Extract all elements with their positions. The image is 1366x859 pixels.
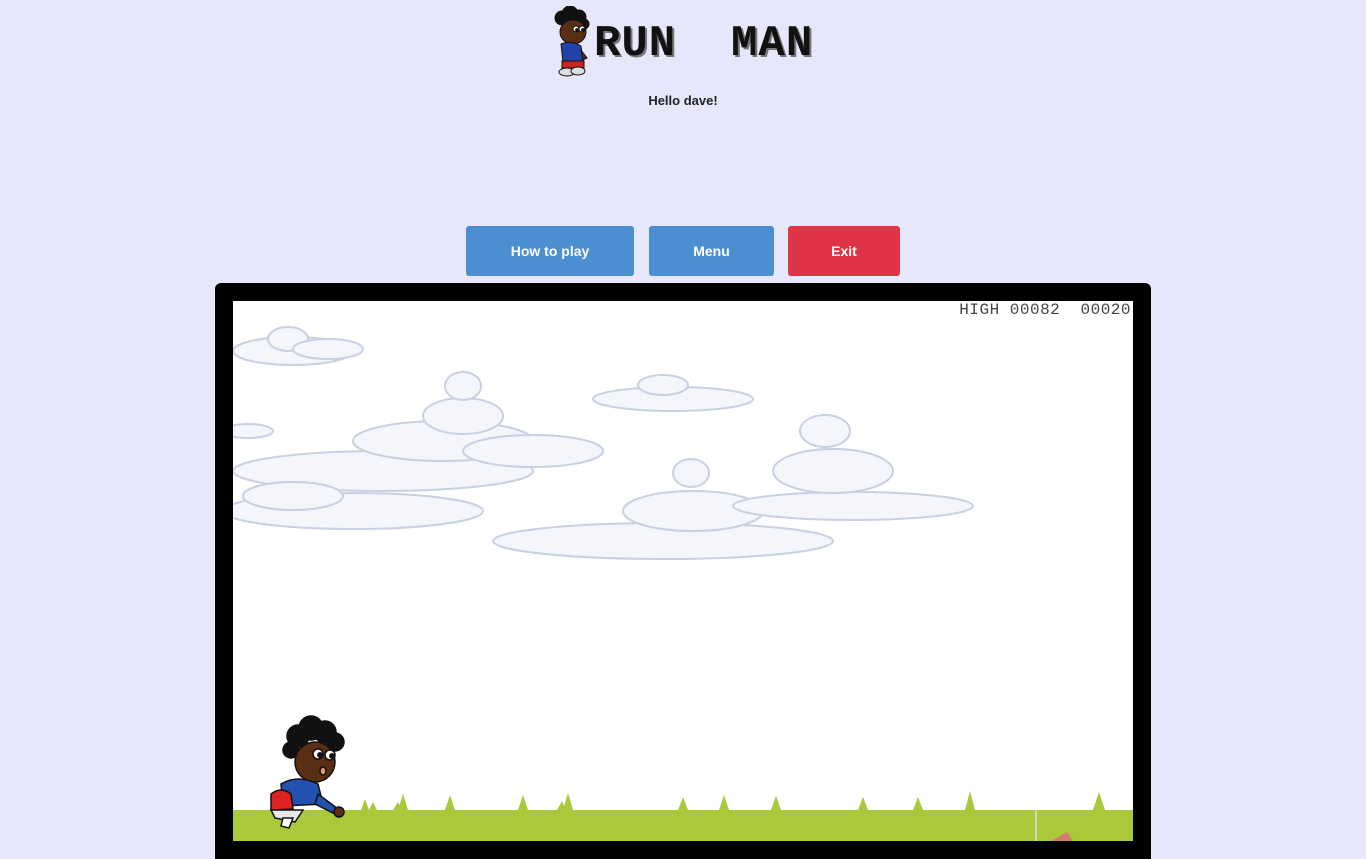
score-display: HIGH 00082 00020 <box>959 301 1131 319</box>
game-canvas[interactable]: HIGH 00082 00020 <box>233 301 1133 841</box>
how-to-play-button[interactable]: How to play <box>466 226 634 276</box>
header: RUN MAN Hello dave! <box>0 0 1366 120</box>
grass-tuft-icon <box>361 791 1105 810</box>
cloud-icon <box>233 326 974 560</box>
page-title: RUN MAN <box>594 19 814 69</box>
exit-button[interactable]: Exit <box>788 226 900 276</box>
ground <box>233 810 1133 841</box>
greeting-text: Hello dave! <box>648 93 718 108</box>
runner-character-icon <box>269 715 345 829</box>
run-man-mascot-icon <box>554 6 590 77</box>
menu-button[interactable]: Menu <box>649 226 774 276</box>
obstacle <box>1035 810 1073 841</box>
